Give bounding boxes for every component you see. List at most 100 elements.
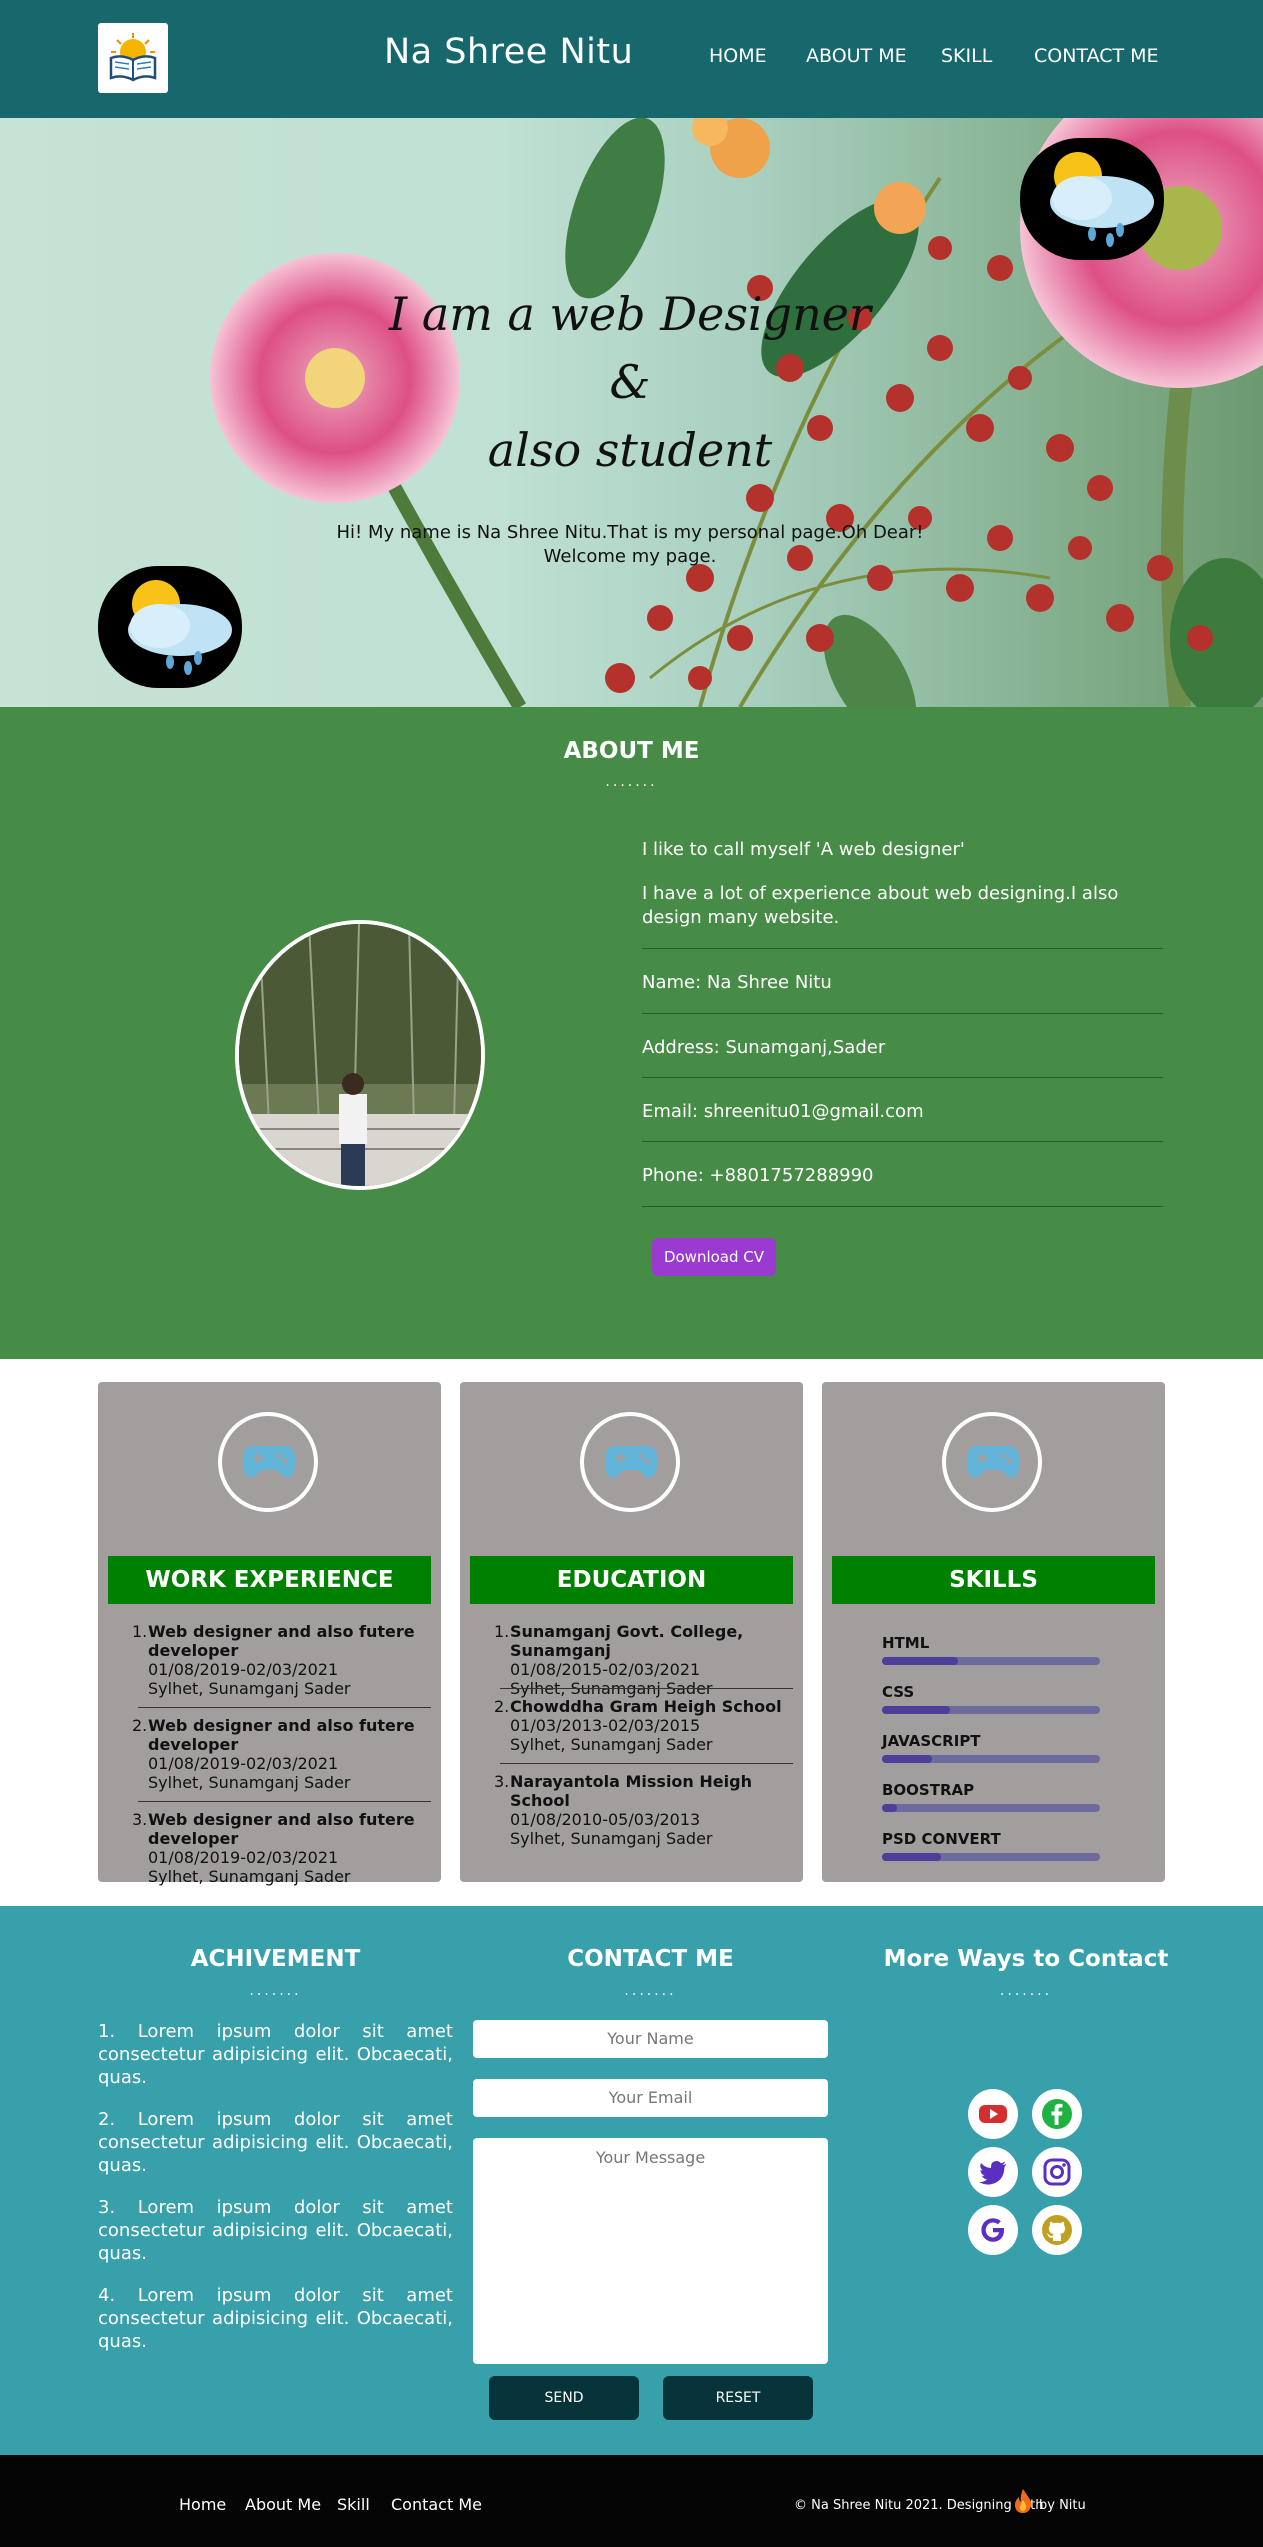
skill-label: PSD CONVERT (882, 1830, 1001, 1848)
achievement-title: ACHIVEMENT (190, 1946, 361, 1972)
gamepad-icon (966, 1446, 1020, 1478)
weather-sticker-icon (1020, 138, 1164, 260)
instagram-icon[interactable] (1032, 2147, 1082, 2197)
about-name: Name: Na Shree Nitu (642, 972, 832, 993)
education-item-date: 01/03/2013-02/03/2015 (510, 1716, 701, 1735)
item-number: 1. (132, 1622, 148, 1641)
youtube-icon[interactable] (968, 2089, 1018, 2139)
facebook-icon[interactable] (1032, 2089, 1082, 2139)
work-item: 2. Web designer and also futere develope… (132, 1716, 428, 1792)
education-item-place: Sylhet, Sunamganj Sader (510, 1735, 713, 1754)
site-brand[interactable]: Na Shree Nitu (384, 32, 633, 72)
gamepad-icon-circle (942, 1412, 1042, 1512)
work-experience-title: WORK EXPERIENCE (108, 1556, 431, 1604)
about-email: Email: shreenitu01@gmail.com (642, 1101, 924, 1122)
nav-home[interactable]: HOME (709, 45, 767, 67)
education-item-title: Sunamganj Govt. College, Sunamganj (510, 1622, 744, 1660)
skill-bar (882, 1853, 1100, 1861)
hero-sub-line-1: Hi! My name is Na Shree Nitu.That is my … (336, 522, 924, 543)
work-item-place: Sylhet, Sunamganj Sader (148, 1867, 351, 1886)
email-input[interactable]: Your Email (473, 2079, 828, 2117)
education-item-title: Narayantola Mission Heigh School (510, 1772, 752, 1810)
skill-label: HTML (882, 1634, 930, 1652)
site-logo[interactable] (98, 23, 168, 93)
footer-link-home[interactable]: Home (179, 2495, 226, 2514)
weather-sticker-icon (98, 566, 242, 688)
education-item-date: 01/08/2010-05/03/2013 (510, 1810, 701, 1829)
github-icon[interactable] (1032, 2205, 1082, 2255)
nav-about-me[interactable]: ABOUT ME (806, 45, 907, 67)
work-item-place: Sylhet, Sunamganj Sader (148, 1773, 351, 1792)
skill-bar-fill (882, 1706, 950, 1714)
work-item-title: Web designer and also futere developer (148, 1716, 415, 1754)
message-textarea[interactable]: Your Message (473, 2138, 828, 2364)
book-sun-icon (109, 33, 157, 82)
skill-bar (882, 1804, 1100, 1812)
gamepad-icon (242, 1446, 296, 1478)
skill-label: JAVASCRIPT (882, 1732, 981, 1750)
footer-link-contact-me[interactable]: Contact Me (391, 2495, 482, 2514)
footer-link-about-me[interactable]: About Me (245, 2495, 321, 2514)
more-ways-title: More Ways to Contact (883, 1946, 1169, 1972)
skill-bar (882, 1755, 1100, 1763)
download-cv-button[interactable]: Download CV (652, 1238, 776, 1276)
gamepad-icon-circle (218, 1412, 318, 1512)
work-item-place: Sylhet, Sunamganj Sader (148, 1679, 351, 1698)
achievement-item: 3. Lorem ipsum dolor sit amet consectetu… (98, 2197, 453, 2264)
google-icon[interactable] (968, 2205, 1018, 2255)
contact-title: CONTACT ME (567, 1946, 734, 1972)
work-item-date: 01/08/2019-02/03/2021 (148, 1754, 339, 1773)
skill-bar-fill (882, 1657, 959, 1665)
skill-bar-fill (882, 1804, 898, 1812)
divider (642, 1077, 1163, 1078)
skill-bar-fill (882, 1853, 941, 1861)
item-number: 3. (132, 1810, 148, 1829)
send-button[interactable]: SEND (489, 2376, 639, 2420)
education-item-date: 01/08/2015-02/03/2021 (510, 1660, 701, 1679)
about-section (0, 707, 1263, 1359)
work-item-date: 01/08/2019-02/03/2021 (148, 1660, 339, 1679)
nav-contact-me[interactable]: CONTACT ME (1034, 45, 1159, 67)
more-ways-dots: ....... (999, 1983, 1053, 1999)
divider (642, 948, 1163, 949)
hero-line-3: also student (487, 423, 773, 477)
about-address: Address: Sunamganj,Sader (642, 1037, 886, 1058)
reset-button[interactable]: RESET (663, 2376, 813, 2420)
education-item-place: Sylhet, Sunamganj Sader (510, 1829, 713, 1848)
achievement-item: 4. Lorem ipsum dolor sit amet consectetu… (98, 2285, 453, 2352)
education-title: EDUCATION (470, 1556, 793, 1604)
item-number: 2. (132, 1716, 148, 1735)
about-dots: ....... (605, 774, 658, 790)
skill-bar-fill (882, 1755, 933, 1763)
name-input[interactable]: Your Name (473, 2020, 828, 2058)
hero-line-1: I am a web Designer (389, 287, 871, 341)
divider (500, 1688, 793, 1689)
divider (642, 1013, 1163, 1014)
twitter-icon[interactable] (968, 2147, 1018, 2197)
work-item: 3. Web designer and also futere develope… (132, 1810, 428, 1886)
footer-credit: by Nitu (1039, 2498, 1086, 2513)
about-title: ABOUT ME (563, 738, 700, 764)
hero-subtitle: Hi! My name is Na Shree Nitu.That is my … (330, 521, 930, 569)
divider (642, 1141, 1163, 1142)
fire-icon (1014, 2489, 1032, 2513)
contact-dots: ....... (624, 1983, 677, 1999)
hero-sub-line-2: Welcome my page. (543, 546, 717, 567)
divider (138, 1707, 431, 1708)
education-item-title: Chowddha Gram Heigh School (510, 1697, 782, 1716)
achievement-item: 2. Lorem ipsum dolor sit amet consectetu… (98, 2109, 453, 2176)
footer-copyright: © Na Shree Nitu 2021. Designing with (794, 2498, 1044, 2513)
footer-link-skill[interactable]: Skill (337, 2495, 370, 2514)
skills-title: SKILLS (832, 1556, 1155, 1604)
skill-label: CSS (882, 1683, 915, 1701)
about-intro-2: I have a lot of experience about web des… (642, 883, 1119, 928)
profile-photo (235, 920, 485, 1190)
item-number: 1. (494, 1622, 510, 1641)
divider (642, 1206, 1163, 1207)
work-item: 1. Web designer and also futere develope… (132, 1622, 428, 1698)
skill-bar (882, 1706, 1100, 1714)
gamepad-icon-circle (580, 1412, 680, 1512)
nav-skill[interactable]: SKILL (941, 45, 992, 67)
item-number: 2. (494, 1697, 510, 1716)
education-item: 3. Narayantola Mission Heigh School 01/0… (494, 1772, 800, 1848)
